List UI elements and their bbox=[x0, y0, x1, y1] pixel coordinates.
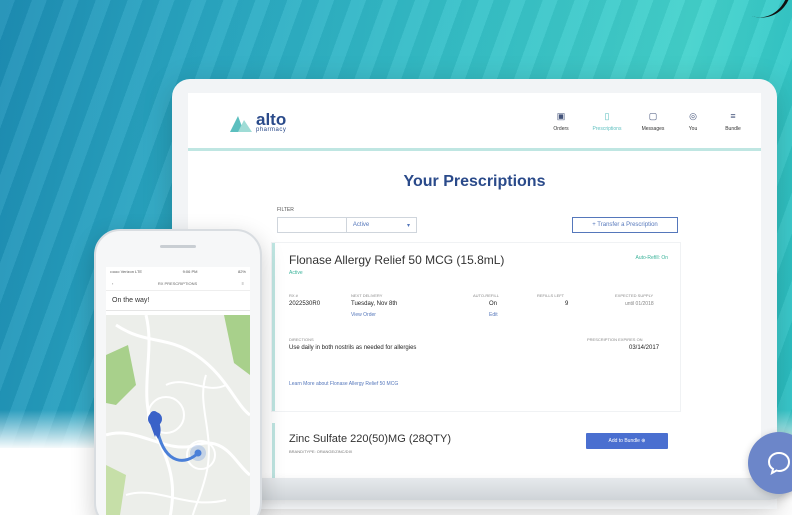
phone-frame: ••ooo Verizon LTE 9:06 PM 82% ‹ RX PRESC… bbox=[94, 229, 262, 515]
nav-prescriptions[interactable]: ▯ Prescriptions bbox=[587, 111, 627, 132]
auto-refill-value: On bbox=[489, 301, 498, 307]
filter-value: Active bbox=[352, 222, 370, 228]
expected-supply: until 01/2018 bbox=[625, 301, 654, 307]
next-delivery-label: NEXT DELIVERY bbox=[351, 293, 383, 298]
delivery-map[interactable] bbox=[106, 315, 250, 515]
auto-refill-label: AUTO-REFILL bbox=[473, 293, 499, 298]
learn-more-link[interactable]: Learn More about Flonase Allergy Relief … bbox=[289, 381, 398, 387]
rx-number-label: RX # bbox=[289, 293, 298, 298]
phone-nav-title: RX PRESCRIPTIONS bbox=[157, 281, 198, 286]
top-nav: ▣ Orders ▯ Prescriptions ▢ Messages ◎ Yo… bbox=[547, 111, 747, 132]
alto-logo[interactable]: alto pharmacy bbox=[230, 110, 287, 133]
filter-select[interactable]: Active ▾ bbox=[347, 218, 416, 232]
on-the-way-label: On the way! bbox=[106, 291, 250, 311]
messages-icon: ▢ bbox=[648, 111, 658, 121]
phone-speaker bbox=[160, 245, 196, 248]
nav-label: Prescriptions bbox=[592, 126, 622, 132]
expected-supply-label: EXPECTED SUPPLY bbox=[615, 293, 654, 298]
page-title: Your Prescriptions bbox=[403, 173, 546, 190]
nav-messages[interactable]: ▢ Messages bbox=[639, 111, 667, 132]
nav-label: Messages bbox=[641, 126, 665, 132]
nav-label: Bundle bbox=[725, 126, 741, 132]
logo-name: alto bbox=[256, 110, 287, 129]
bundle-icon: ≡ bbox=[730, 111, 736, 121]
user-icon: ◎ bbox=[689, 111, 697, 121]
alto-logo-icon bbox=[230, 114, 252, 132]
filter-input[interactable] bbox=[278, 218, 347, 232]
auto-refill-status: Auto-Refill: On bbox=[635, 255, 668, 261]
nav-orders[interactable]: ▣ Orders bbox=[547, 111, 575, 132]
edit-auto-refill-link[interactable]: Edit bbox=[489, 312, 498, 318]
next-delivery: Tuesday, Nov 8th bbox=[351, 301, 398, 307]
refills-left-label: REFILLS LEFT bbox=[537, 293, 565, 298]
phone-screen: ••ooo Verizon LTE 9:06 PM 82% ‹ RX PRESC… bbox=[106, 267, 250, 515]
phone-status-bar: ••ooo Verizon LTE 9:06 PM 82% bbox=[106, 267, 250, 277]
expires-date: 03/14/2017 bbox=[629, 345, 660, 351]
view-order-link[interactable]: View Order bbox=[351, 312, 376, 318]
chevron-down-icon: ▾ bbox=[406, 223, 410, 229]
expires-label: PRESCRIPTION EXPIRES ON bbox=[587, 337, 643, 342]
phone-nav-bar: ‹ RX PRESCRIPTIONS ≡ bbox=[106, 277, 250, 291]
nav-you[interactable]: ◎ You bbox=[679, 111, 707, 132]
add-to-bundle-button[interactable]: Add to Bundle ⊕ bbox=[586, 433, 668, 449]
prescription-name: Zinc Sulfate 220(50)MG (28QTY) bbox=[289, 433, 452, 445]
nav-label: Orders bbox=[553, 126, 569, 132]
back-icon[interactable]: ‹ bbox=[112, 281, 113, 286]
app-header: alto pharmacy ▣ Orders ▯ Prescriptions ▢… bbox=[188, 93, 761, 151]
rx-number: 2022530R0 bbox=[289, 301, 321, 307]
prescription-status: Active bbox=[289, 270, 303, 276]
directions-label: DIRECTIONS bbox=[289, 337, 314, 342]
battery-status: 82% bbox=[237, 269, 246, 274]
directions: Use daily in both nostrils as needed for… bbox=[289, 345, 417, 351]
orders-icon: ▣ bbox=[556, 111, 566, 121]
status-time: 9:06 PM bbox=[182, 269, 198, 274]
refills-left: 9 bbox=[565, 301, 569, 307]
logo-subtitle: pharmacy bbox=[256, 127, 287, 133]
prescription-card: Flonase Allergy Relief 50 MCG (15.8mL) A… bbox=[272, 243, 680, 411]
prescriptions-icon: ▯ bbox=[604, 111, 610, 121]
plus-icon: ⊕ bbox=[641, 438, 646, 444]
filter-label: FILTER bbox=[277, 207, 294, 213]
laptop-screen: alto pharmacy ▣ Orders ▯ Prescriptions ▢… bbox=[188, 93, 761, 493]
menu-icon[interactable]: ≡ bbox=[242, 281, 244, 286]
transfer-prescription-button[interactable]: + Transfer a Prescription bbox=[572, 217, 678, 233]
button-label: Add to Bundle bbox=[608, 438, 640, 444]
prescription-name: Flonase Allergy Relief 50 MCG (15.8mL) bbox=[289, 253, 505, 267]
prescription-subtitle: BRAND/TYPE: ORANGE/ZINC/DIX bbox=[289, 449, 353, 454]
chat-icon bbox=[767, 451, 791, 475]
nav-bundle[interactable]: ≡ Bundle bbox=[719, 111, 747, 132]
filter-control: Active ▾ bbox=[277, 217, 417, 233]
nav-label: You bbox=[688, 126, 698, 132]
carrier-status: ••ooo Verizon LTE bbox=[110, 269, 143, 274]
laptop-frame: alto pharmacy ▣ Orders ▯ Prescriptions ▢… bbox=[172, 79, 777, 509]
